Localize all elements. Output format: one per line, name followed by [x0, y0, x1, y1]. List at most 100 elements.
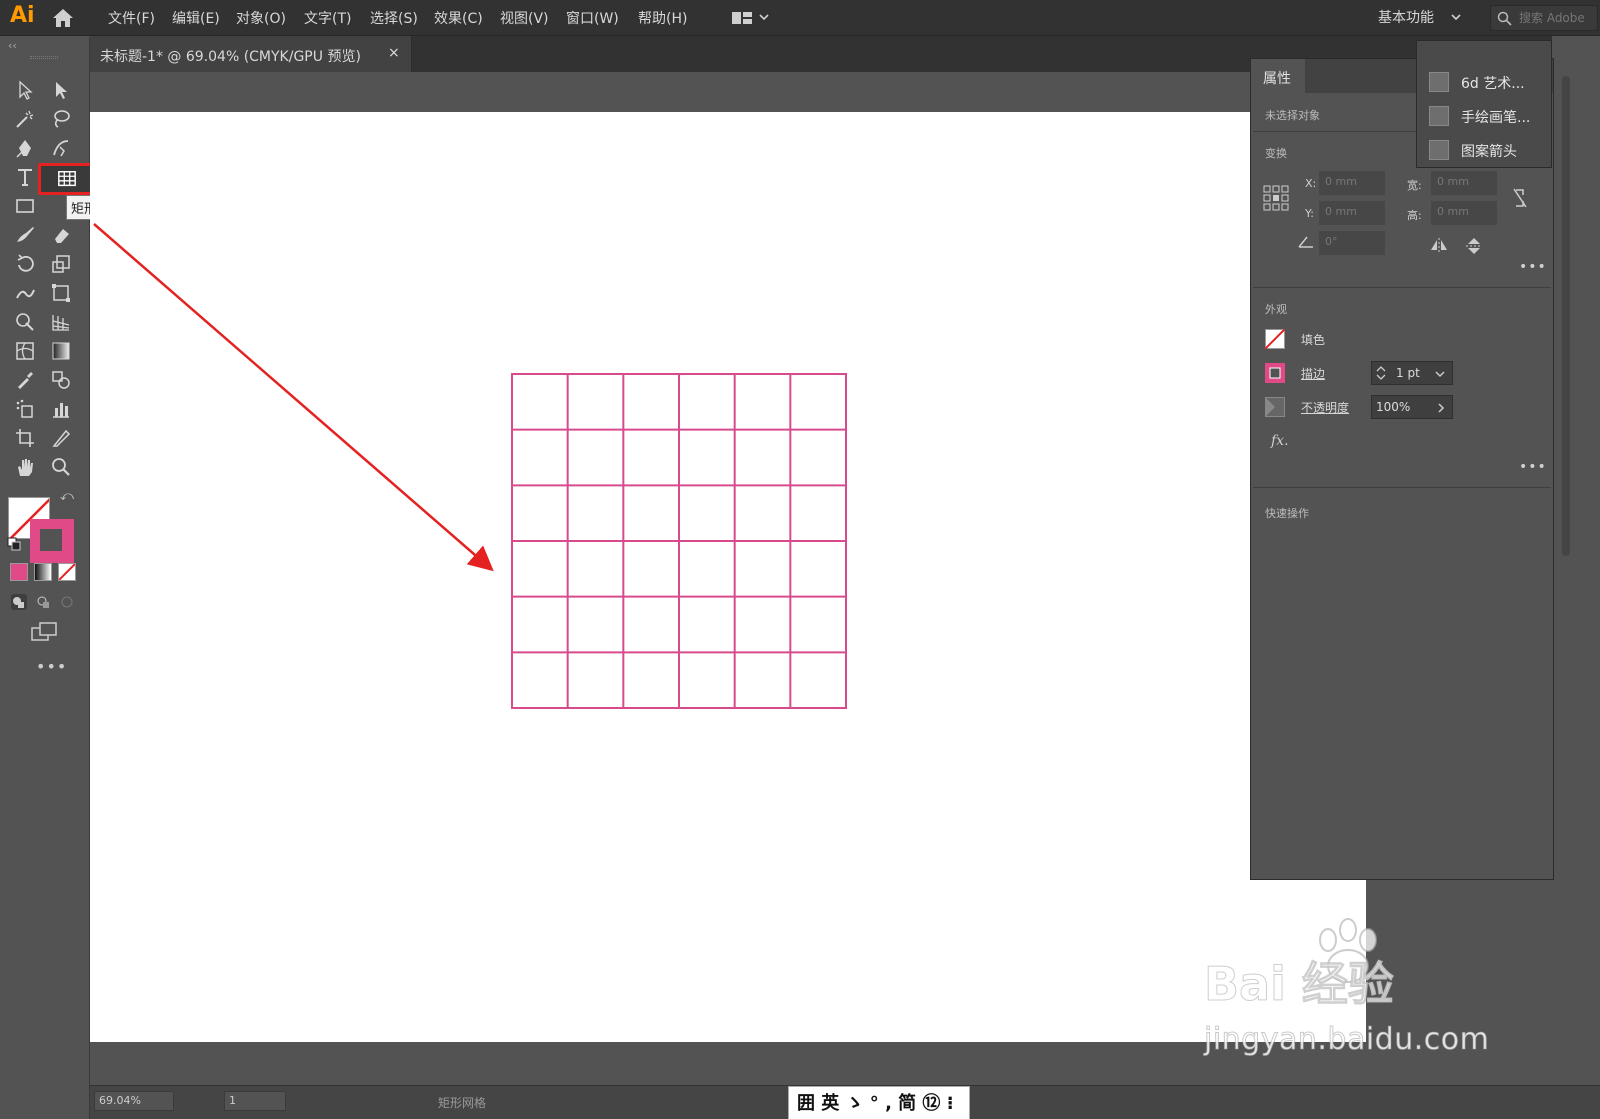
rotate-tool-icon[interactable]: [10, 251, 40, 277]
menu-view[interactable]: 视图(V): [500, 8, 549, 28]
stepper-icon[interactable]: [1376, 365, 1386, 381]
workspace-switcher[interactable]: 基本功能: [1378, 7, 1434, 27]
flip-horizontal-icon[interactable]: [1429, 237, 1449, 253]
paintbrush-tool-icon[interactable]: [10, 222, 40, 248]
x-field[interactable]: 0 mm: [1319, 171, 1385, 195]
stroke-weight-field[interactable]: 1 pt: [1371, 361, 1453, 385]
stroke-swatch[interactable]: [1265, 363, 1285, 383]
draw-inside-icon[interactable]: [58, 593, 76, 611]
appearance-more-button[interactable]: •••: [1519, 459, 1547, 475]
search-box[interactable]: [1490, 5, 1598, 31]
opacity-label[interactable]: 不透明度: [1301, 399, 1349, 416]
mesh-tool-icon[interactable]: [10, 338, 40, 364]
warp-tool-icon[interactable]: [10, 280, 40, 306]
document-tab[interactable]: 未标题-1* @ 69.04% (CMYK/GPU 预览) ×: [90, 36, 412, 72]
hand-tool-icon[interactable]: [10, 454, 40, 480]
zoom-tool-icon[interactable]: [46, 454, 76, 480]
collapse-toolbar-button[interactable]: ‹‹: [8, 39, 17, 52]
reference-point-icon[interactable]: [1263, 185, 1289, 211]
chevron-right-icon[interactable]: [1436, 402, 1446, 414]
flip-vertical-icon[interactable]: [1465, 237, 1483, 255]
constrain-proportions-icon[interactable]: [1511, 187, 1529, 209]
none-color-icon: [58, 563, 76, 581]
shape-builder-tool-icon[interactable]: [10, 309, 40, 335]
canvas-area[interactable]: [90, 72, 1366, 1085]
menu-help[interactable]: 帮助(H): [638, 8, 687, 28]
direct-selection-tool-icon[interactable]: [46, 77, 76, 103]
zoom-value: 69.04%: [99, 1094, 141, 1107]
color-mode-icon[interactable]: [10, 563, 28, 581]
symbol-sprayer-tool-icon[interactable]: [10, 396, 40, 422]
divider: [1253, 287, 1551, 288]
height-field[interactable]: 0 mm: [1431, 201, 1497, 225]
eyedropper-tool-icon[interactable]: [10, 367, 40, 393]
draw-normal-icon[interactable]: [10, 593, 28, 611]
fill-swatch[interactable]: [1265, 329, 1285, 349]
blend-tool-icon[interactable]: [46, 367, 76, 393]
swap-fill-stroke-icon[interactable]: ⤺: [60, 489, 74, 504]
zoom-field[interactable]: 69.04%: [94, 1091, 174, 1111]
watermark-url: jingyan.baidu.com: [1203, 1022, 1490, 1058]
search-icon: [1497, 11, 1512, 26]
scale-tool-icon[interactable]: [46, 251, 76, 277]
status-current-tool: 矩形网格: [438, 1096, 487, 1110]
width-field[interactable]: 0 mm: [1431, 171, 1497, 195]
draw-behind-icon[interactable]: [34, 593, 52, 611]
free-transform-tool-icon[interactable]: [46, 280, 76, 306]
artboard[interactable]: [90, 112, 1366, 1042]
slice-tool-icon[interactable]: [46, 425, 76, 451]
selection-tool-icon[interactable]: [10, 77, 40, 103]
arrange-documents-icon[interactable]: [732, 10, 772, 26]
menu-type[interactable]: 文字(T): [304, 8, 351, 28]
stroke-swatch-hole: [40, 529, 62, 551]
effects-button[interactable]: fx.: [1271, 433, 1289, 449]
perspective-grid-tool-icon[interactable]: [46, 309, 76, 335]
library-icon: [1429, 106, 1449, 126]
curvature-tool-icon[interactable]: [46, 135, 76, 161]
home-icon[interactable]: [52, 8, 74, 28]
rectangle-tool-icon[interactable]: [10, 193, 40, 219]
libraries-flyout: 6d 艺术... 手绘画笔... 图案箭头: [1416, 40, 1552, 168]
artboard-number: 1: [229, 1094, 236, 1107]
menu-window[interactable]: 窗口(W): [566, 8, 619, 28]
chevron-down-icon[interactable]: [1450, 12, 1462, 22]
column-graph-tool-icon[interactable]: [46, 396, 76, 422]
menu-select[interactable]: 选择(S): [370, 8, 418, 28]
dock-scrollbar[interactable]: [1562, 76, 1570, 556]
chevron-down-icon[interactable]: [1434, 369, 1446, 379]
eraser-tool-icon[interactable]: [46, 222, 76, 248]
menu-edit[interactable]: 编辑(E): [172, 8, 220, 28]
menu-file[interactable]: 文件(F): [108, 8, 155, 28]
screen-mode-icon[interactable]: [30, 621, 58, 643]
type-tool-icon[interactable]: [10, 164, 40, 190]
right-dock: [1556, 58, 1600, 1085]
transform-more-button[interactable]: •••: [1519, 259, 1547, 275]
none-mode-icon[interactable]: [58, 563, 76, 581]
gradient-tool-icon[interactable]: [46, 338, 76, 364]
tools-panel: ‹‹ 矩形网格工具: [0, 37, 155, 1119]
toolbar-grip[interactable]: [30, 56, 58, 59]
stroke-label[interactable]: 描边: [1301, 365, 1325, 382]
default-colors-icon[interactable]: [7, 537, 21, 551]
opacity-field[interactable]: 100%: [1371, 395, 1453, 419]
magic-wand-tool-icon[interactable]: [10, 106, 40, 132]
pen-tool-icon[interactable]: [10, 135, 40, 161]
rectangular-grid-tool-icon[interactable]: [38, 163, 96, 195]
close-tab-button[interactable]: ×: [388, 45, 400, 61]
lasso-tool-icon[interactable]: [46, 106, 76, 132]
menu-effect[interactable]: 效果(C): [434, 8, 483, 28]
angle-field[interactable]: 0°: [1319, 231, 1385, 255]
gradient-mode-icon[interactable]: [34, 563, 52, 581]
search-input[interactable]: [1519, 9, 1595, 27]
tab-properties[interactable]: 属性: [1251, 59, 1305, 93]
artboard-navigator[interactable]: 1: [224, 1091, 286, 1111]
menu-object[interactable]: 对象(O): [236, 8, 286, 28]
ime-toolbar[interactable]: 囲 英 ゝ ° , 简 ⑫ ⁝: [788, 1086, 970, 1119]
y-field[interactable]: 0 mm: [1319, 201, 1385, 225]
document-tab-title: 未标题-1* @ 69.04% (CMYK/GPU 预览): [100, 49, 361, 65]
width-label: 宽:: [1407, 179, 1422, 192]
stroke-color-swatch[interactable]: [30, 519, 74, 563]
edit-toolbar-button[interactable]: •••: [36, 657, 67, 676]
artboard-tool-icon[interactable]: [10, 425, 40, 451]
rectangular-grid-object[interactable]: [510, 372, 848, 710]
